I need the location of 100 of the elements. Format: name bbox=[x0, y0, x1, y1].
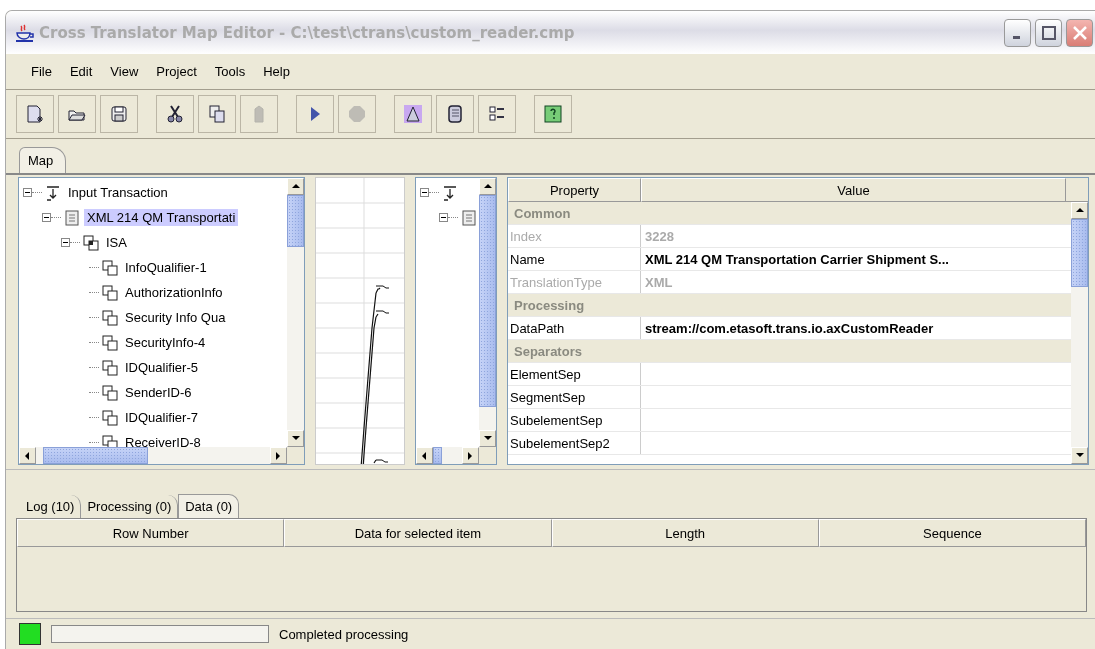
play-button[interactable] bbox=[296, 95, 334, 133]
menu-item[interactable]: Project bbox=[147, 61, 206, 82]
scroll-up-button[interactable] bbox=[1071, 202, 1088, 219]
scroll-up-button[interactable] bbox=[287, 178, 304, 195]
tree-node-label[interactable]: IDQualifier-5 bbox=[122, 359, 201, 376]
scroll-thumb[interactable] bbox=[479, 195, 496, 407]
tree-node-label[interactable]: AuthorizationInfo bbox=[122, 284, 226, 301]
collapse-icon[interactable] bbox=[439, 213, 448, 222]
checklist-button[interactable] bbox=[478, 95, 516, 133]
tree-node-label[interactable]: SenderID-6 bbox=[122, 384, 195, 401]
window-title: Cross Translator Map Editor - C:\test\ctrans\custom_reader.cmp bbox=[39, 23, 576, 42]
status-message: Completed processing bbox=[279, 626, 409, 642]
menu-item[interactable]: Edit bbox=[60, 61, 102, 82]
scroll-right-button[interactable] bbox=[270, 447, 287, 464]
property-value[interactable]: stream://com.etasoft.trans.io.axCustomReader bbox=[641, 317, 1071, 339]
property-name: SubelementSep2 bbox=[508, 432, 641, 454]
property-name: Name bbox=[508, 248, 641, 270]
notebook-button[interactable] bbox=[436, 95, 474, 133]
scroll-left-button[interactable] bbox=[19, 447, 36, 464]
menu-item[interactable]: Tools bbox=[205, 61, 255, 82]
stop-icon bbox=[347, 104, 367, 124]
arrow-down-icon bbox=[45, 184, 61, 201]
scroll-thumb[interactable] bbox=[1071, 219, 1088, 288]
tree-node-label[interactable]: SecurityInfo-4 bbox=[122, 334, 209, 351]
property-name: ElementSep bbox=[508, 363, 641, 385]
collapse-icon[interactable] bbox=[23, 188, 32, 197]
maximize-icon bbox=[1040, 24, 1057, 41]
scissors-icon bbox=[165, 104, 185, 124]
property-value[interactable]: XML 214 QM Transportation Carrier Shipment S... bbox=[641, 248, 1071, 270]
close-icon bbox=[1071, 24, 1088, 41]
arrow-down-icon bbox=[442, 184, 458, 201]
new-file-icon bbox=[25, 104, 45, 124]
scroll-down-button[interactable] bbox=[479, 430, 496, 447]
menu-item[interactable]: File bbox=[22, 61, 61, 82]
scroll-down-button[interactable] bbox=[1071, 447, 1088, 464]
horizontal-scrollbar[interactable] bbox=[19, 447, 287, 464]
tree-node-label[interactable]: Input Transaction bbox=[65, 184, 171, 201]
category-label: Common bbox=[513, 204, 572, 223]
scroll-right-button[interactable] bbox=[462, 447, 479, 464]
new-file-button[interactable] bbox=[16, 95, 54, 133]
floppy-disk-button[interactable] bbox=[100, 95, 138, 133]
vertical-scrollbar[interactable] bbox=[287, 178, 304, 447]
copy-icon bbox=[207, 104, 227, 124]
collapse-icon[interactable] bbox=[420, 188, 429, 197]
column-header[interactable]: Value bbox=[641, 178, 1066, 202]
property-name: Index bbox=[508, 225, 641, 247]
squares-icon bbox=[102, 309, 118, 326]
tree-node-label[interactable]: XML 214 QM Transportati bbox=[84, 209, 239, 226]
squares-icon bbox=[102, 259, 118, 276]
property-name: TranslationType bbox=[508, 271, 641, 293]
column-header[interactable]: Row Number bbox=[17, 519, 285, 547]
collapse-icon[interactable] bbox=[61, 238, 70, 247]
category-label: Separators bbox=[513, 342, 583, 361]
squares-icon bbox=[102, 434, 118, 447]
tab[interactable]: Map bbox=[19, 147, 67, 173]
column-header[interactable]: Length bbox=[551, 519, 819, 547]
scroll-thumb[interactable] bbox=[287, 195, 304, 247]
menu-item[interactable]: Help bbox=[254, 61, 299, 82]
scroll-down-button[interactable] bbox=[287, 430, 304, 447]
property-name: DataPath bbox=[508, 317, 641, 339]
column-header[interactable]: Data for selected item bbox=[284, 519, 552, 547]
tab[interactable]: Log (10) bbox=[20, 495, 82, 518]
squares-icon bbox=[102, 359, 118, 376]
property-name: SegmentSep bbox=[508, 386, 641, 408]
collapse-icon[interactable] bbox=[42, 213, 51, 222]
category-label: Processing bbox=[513, 296, 586, 315]
squares-icon bbox=[102, 409, 118, 426]
tree-node-label[interactable]: ReceiverID-8 bbox=[122, 434, 204, 447]
maximize-button[interactable] bbox=[1035, 18, 1062, 47]
tree-node-label[interactable]: ISA bbox=[103, 234, 130, 251]
document-icon bbox=[64, 209, 80, 226]
scroll-thumb[interactable] bbox=[43, 447, 149, 464]
tree-node-label[interactable]: Security Info Qua bbox=[122, 309, 229, 326]
squares-icon bbox=[83, 234, 99, 251]
minimize-icon bbox=[1013, 35, 1020, 39]
notebook-icon bbox=[445, 104, 465, 124]
vertical-scrollbar[interactable] bbox=[479, 178, 496, 447]
minimize-button[interactable] bbox=[1004, 18, 1031, 47]
menu-item[interactable]: View bbox=[101, 61, 148, 82]
tree-node-label[interactable]: InfoQualifier-1 bbox=[122, 259, 210, 276]
folder-button[interactable] bbox=[58, 95, 96, 133]
triangle-button[interactable] bbox=[394, 95, 432, 133]
document-icon bbox=[461, 209, 477, 226]
help-button[interactable] bbox=[534, 95, 572, 133]
squares-icon bbox=[102, 384, 118, 401]
scissors-button[interactable] bbox=[156, 95, 194, 133]
scroll-up-button[interactable] bbox=[479, 178, 496, 195]
help-icon bbox=[543, 104, 563, 124]
tab[interactable]: Data (0) bbox=[178, 494, 240, 518]
scroll-thumb[interactable] bbox=[433, 447, 442, 464]
scroll-left-button[interactable] bbox=[416, 447, 433, 464]
checklist-icon bbox=[487, 104, 507, 124]
tree-node-label[interactable]: IDQualifier-7 bbox=[122, 409, 201, 426]
triangle-icon bbox=[403, 104, 423, 124]
column-header[interactable]: Property bbox=[508, 178, 641, 202]
squares-icon bbox=[102, 334, 118, 351]
squares-icon bbox=[102, 284, 118, 301]
vertical-scrollbar[interactable] bbox=[1071, 202, 1088, 464]
horizontal-scrollbar[interactable] bbox=[416, 447, 479, 464]
column-header[interactable]: Sequence bbox=[818, 519, 1086, 547]
